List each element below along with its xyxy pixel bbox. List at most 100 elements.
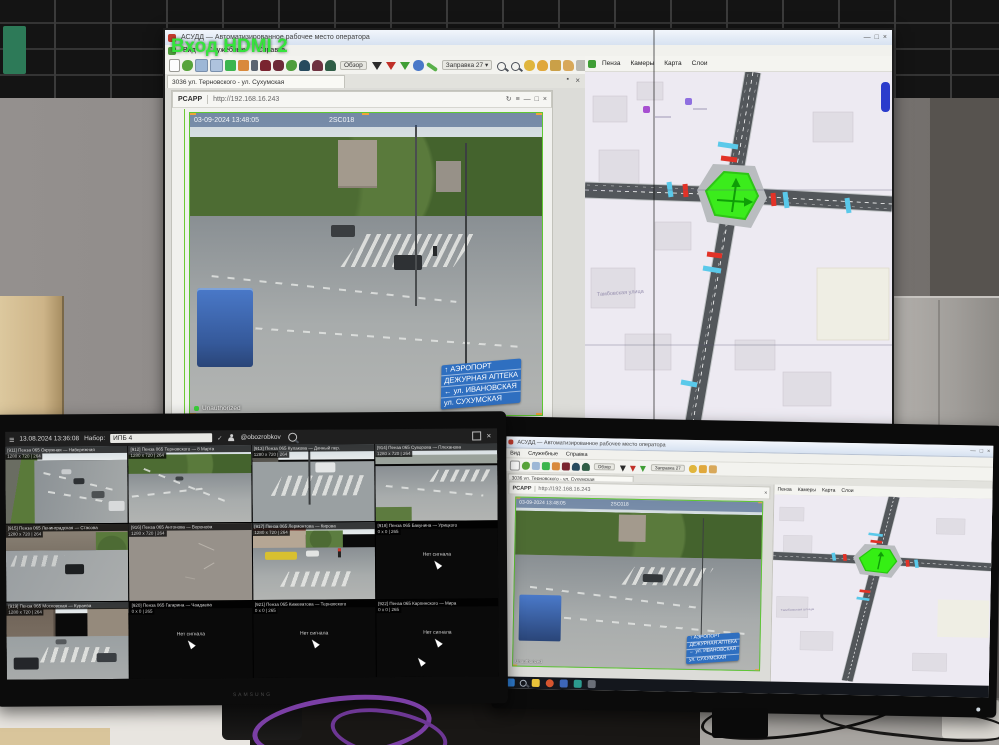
zoom-user-icon[interactable] bbox=[511, 62, 520, 71]
close-button[interactable]: × bbox=[883, 34, 887, 41]
camera-feed[interactable]: ↑ АЭРОПОРТ ДЕЖУРНАЯ АПТЕКА ← ул. ИВАНОВС… bbox=[189, 112, 543, 416]
users-blue-icon[interactable] bbox=[413, 60, 424, 71]
map-menu-layers[interactable]: Слои bbox=[687, 60, 713, 67]
maximize-button[interactable]: □ bbox=[875, 34, 879, 41]
taskbar-search-icon[interactable] bbox=[520, 679, 527, 686]
rm-leaf-icon[interactable] bbox=[522, 461, 530, 469]
rm-zapravka-dropdown[interactable]: Заправка 27 bbox=[651, 464, 685, 472]
camera-tile-4[interactable]: [914] Пенза 065 Суворова — Плеханова1280… bbox=[375, 443, 498, 521]
rm-tree-icon[interactable] bbox=[572, 462, 580, 470]
rm-map-menu-penza[interactable]: Пенза bbox=[774, 487, 794, 493]
vms-expand-icon[interactable] bbox=[472, 431, 481, 440]
vms-menu-icon[interactable]: ≡ bbox=[9, 434, 14, 444]
window-icon[interactable] bbox=[195, 59, 208, 72]
bell-icon[interactable] bbox=[537, 60, 548, 71]
road-sign: ↑ АЭРОПОРТ ДЕЖУРНАЯ АПТЕКА ← ул. ИВАНОВС… bbox=[441, 359, 522, 410]
zoom-in-icon[interactable] bbox=[497, 62, 506, 71]
orange-window-icon[interactable] bbox=[238, 60, 249, 71]
tab-pin-icon[interactable]: ▪ bbox=[567, 76, 569, 83]
vms-username[interactable]: @obozrobkov bbox=[241, 434, 281, 441]
rm-doc-icon[interactable] bbox=[510, 460, 520, 470]
camera-tile-12[interactable]: [922] Пенза 065 Карпинского — Мира0 x 0 … bbox=[376, 599, 499, 677]
vms-set-input[interactable]: ИПБ 4 bbox=[110, 433, 212, 443]
rm-menu-vid[interactable]: Вид bbox=[506, 450, 524, 456]
tree-dark-icon[interactable] bbox=[299, 60, 310, 71]
rm-filter-red-icon[interactable] bbox=[630, 465, 636, 471]
green-display-icon[interactable] bbox=[225, 60, 236, 71]
rm-green-display-icon[interactable] bbox=[542, 462, 550, 470]
new-doc-icon[interactable] bbox=[169, 59, 180, 72]
leaf-icon[interactable] bbox=[182, 60, 193, 71]
binoculars-icon[interactable] bbox=[260, 60, 271, 71]
rm-menu-help[interactable]: Справка bbox=[562, 451, 592, 458]
route-icon[interactable] bbox=[426, 62, 438, 72]
tab-close-icon[interactable]: × bbox=[575, 76, 580, 85]
hand-icon[interactable] bbox=[563, 60, 574, 71]
user-yellow-icon[interactable] bbox=[524, 60, 535, 71]
zapravka-dropdown[interactable]: Заправка 27 ▾ bbox=[442, 60, 492, 70]
taskbar-app-icon-1[interactable] bbox=[560, 679, 568, 687]
rm-filter-black-icon[interactable] bbox=[620, 465, 626, 471]
traffic-map[interactable]: Тамбовская улица bbox=[585, 72, 892, 432]
rm-traffic-map[interactable]: Тамбовская улица bbox=[771, 495, 994, 686]
rm-hand-icon[interactable] bbox=[709, 465, 717, 473]
camera-tile-3[interactable]: [913] Пенза 065 Кулакова — Дачный пер.12… bbox=[252, 444, 375, 522]
taskbar-app-icon-3[interactable] bbox=[588, 680, 596, 688]
vms-close-icon[interactable]: × bbox=[486, 431, 491, 440]
box-icon[interactable] bbox=[550, 60, 561, 71]
pcapp-maximize[interactable]: □ bbox=[535, 96, 539, 103]
rm-map-menu-map[interactable]: Карта bbox=[819, 487, 839, 493]
cascade-windows-icon[interactable] bbox=[210, 59, 223, 72]
camera-tile-6[interactable]: [916] Пенза 065 Антонова — Воронова1280 … bbox=[129, 523, 252, 601]
rm-orange-window-icon[interactable] bbox=[552, 462, 560, 470]
filter-black-icon[interactable] bbox=[372, 62, 382, 70]
rm-pcapp-close[interactable]: × bbox=[764, 490, 767, 496]
map-menu-map[interactable]: Карта bbox=[659, 60, 686, 67]
pcapp-url[interactable]: http://192.168.16.243 bbox=[213, 96, 279, 103]
pcapp-refresh-icon[interactable]: ↻ bbox=[506, 96, 512, 103]
filter-red-icon[interactable] bbox=[386, 62, 396, 70]
rm-binoculars-icon[interactable] bbox=[562, 462, 570, 470]
rm-window-icon[interactable] bbox=[532, 461, 540, 469]
rm-filter-green-icon[interactable] bbox=[640, 465, 646, 471]
minimize-button[interactable]: — bbox=[864, 34, 871, 41]
camera-tile-10[interactable]: [920] Пенза 065 Гагарина — Чаадаева0 x 0… bbox=[130, 601, 253, 679]
rm-pcapp-url[interactable]: http://192.168.16.243 bbox=[538, 485, 590, 492]
tree-green-icon[interactable] bbox=[325, 60, 336, 71]
rm-menu-service[interactable]: Служебные bbox=[524, 450, 562, 457]
tab-intersection[interactable]: 3036 ул. Терновского - ул. Сухумская bbox=[167, 75, 345, 88]
rm-map-menu-cameras[interactable]: Камеры bbox=[795, 487, 819, 493]
browse-button[interactable]: Обзор bbox=[340, 61, 367, 70]
rm-maximize[interactable]: □ bbox=[980, 448, 983, 454]
vms-check-icon[interactable]: ✓ bbox=[217, 434, 223, 442]
camera-tile-2[interactable]: [912] Пенза 065 Терновского — 8 Марта128… bbox=[128, 445, 251, 523]
mask-icon[interactable] bbox=[273, 60, 284, 71]
rm-user-yellow-icon[interactable] bbox=[689, 464, 697, 472]
cursor-icon[interactable] bbox=[251, 60, 258, 71]
camera-tile-7[interactable]: [917] Пенза 065 Лермонтова — Кирова1280 … bbox=[252, 522, 375, 600]
filter-green-icon[interactable] bbox=[400, 62, 410, 70]
rm-map-menu-layers[interactable]: Слои bbox=[838, 488, 856, 494]
rm-browse-button[interactable]: Обзор bbox=[594, 463, 615, 470]
rm-bell-icon[interactable] bbox=[699, 465, 707, 473]
rm-camera-feed[interactable]: ↑ АЭРОПОРТ ДЕЖУРНАЯ АПТЕКА ← ул. ИВАНОВС… bbox=[512, 497, 763, 672]
camera-tile-11[interactable]: [921] Пенза 065 Кижеватова — Терновского… bbox=[253, 600, 376, 678]
pcapp-minimize[interactable]: — bbox=[524, 96, 531, 103]
taskbar-app-icon-2[interactable] bbox=[574, 680, 582, 688]
camera-tile-9[interactable]: [919] Пенза 065 Московская — Кураева1280… bbox=[6, 602, 129, 680]
pcapp-close[interactable]: × bbox=[543, 96, 547, 103]
pcapp-menu-icon[interactable]: ≡ bbox=[516, 96, 520, 103]
vms-search-icon[interactable] bbox=[288, 433, 297, 442]
file-explorer-icon[interactable] bbox=[532, 679, 540, 687]
camera-tile-5[interactable]: [915] Пенза 065 Ленинградская — Стасова1… bbox=[6, 524, 129, 602]
green-leaf-icon[interactable] bbox=[286, 60, 297, 71]
tree-red-icon[interactable] bbox=[312, 60, 323, 71]
browser-icon[interactable] bbox=[546, 679, 554, 687]
rm-close[interactable]: × bbox=[987, 448, 990, 454]
map-menu-penza[interactable]: Пенза bbox=[597, 60, 625, 67]
rm-minimize[interactable]: — bbox=[970, 448, 976, 454]
traffic-light bbox=[433, 246, 437, 256]
rm-tree-icon-2[interactable] bbox=[582, 462, 590, 470]
camera-tile-8[interactable]: [918] Пенза 065 Бакунина — Урицкого0 x 0… bbox=[375, 521, 498, 599]
camera-tile-1[interactable]: [911] Пенза 065 Окружная — Набережная128… bbox=[5, 446, 128, 524]
